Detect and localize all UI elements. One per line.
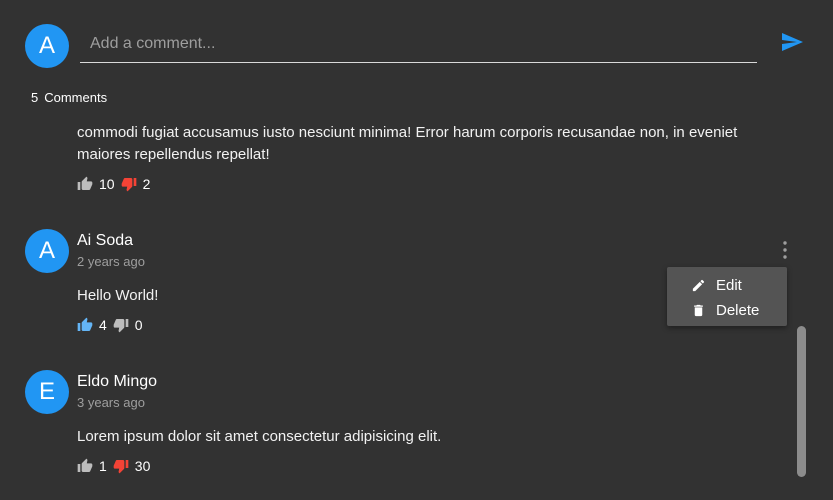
thumb-up-icon[interactable] [77,176,93,192]
comment-avatar: A [25,229,69,273]
thumb-down-icon[interactable] [113,317,129,333]
send-icon [782,33,803,51]
comments-count-label: Comments [44,90,108,105]
comment-text: Lorem ipsum dolor sit amet consectetur a… [77,428,442,445]
user-avatar: A [25,24,69,68]
thumb-down-icon[interactable] [113,458,129,474]
comment-input-wrapper [80,26,757,63]
more-vert-icon[interactable] [776,239,794,261]
scrollbar-thumb[interactable] [797,326,806,477]
like-count: 10 [99,176,115,192]
pencil-icon [692,279,705,291]
comment-time: 2 years ago [77,254,145,269]
menu-item-delete[interactable]: Delete [691,299,759,321]
comments-count: 5 Comments [31,90,113,105]
thumb-down-icon[interactable] [121,176,137,192]
menu-item-edit[interactable]: Edit [691,274,742,296]
comment-time: 3 years ago [77,395,145,410]
menu-item-edit-label: Edit [716,276,742,294]
comment-input[interactable] [80,26,757,62]
comment-author: Ai Soda [77,232,134,249]
like-count: 1 [99,458,107,474]
comments-count-number: 5 [31,90,39,105]
menu-item-delete-label: Delete [716,301,760,319]
dislike-count: 0 [134,317,143,333]
comment-votes: 10 2 [77,175,156,193]
like-count: 4 [99,317,107,333]
trash-icon [694,304,703,316]
dislike-count: 2 [142,176,151,192]
thumb-up-icon[interactable] [77,458,93,474]
comment-votes: 1 30 [77,457,156,475]
dislike-count: 30 [134,458,151,474]
comment-votes: 4 0 [77,316,149,334]
comment-avatar: E [25,370,69,414]
thumb-up-icon[interactable] [77,317,93,333]
comment-options-menu: Edit Delete [667,267,787,326]
comment-text: commodi fugiat accusamus iusto nesciunt … [77,124,738,163]
comment-author: Eldo Mingo [77,373,158,390]
comment-text: Hello World! [77,287,159,304]
send-button[interactable] [777,30,807,54]
